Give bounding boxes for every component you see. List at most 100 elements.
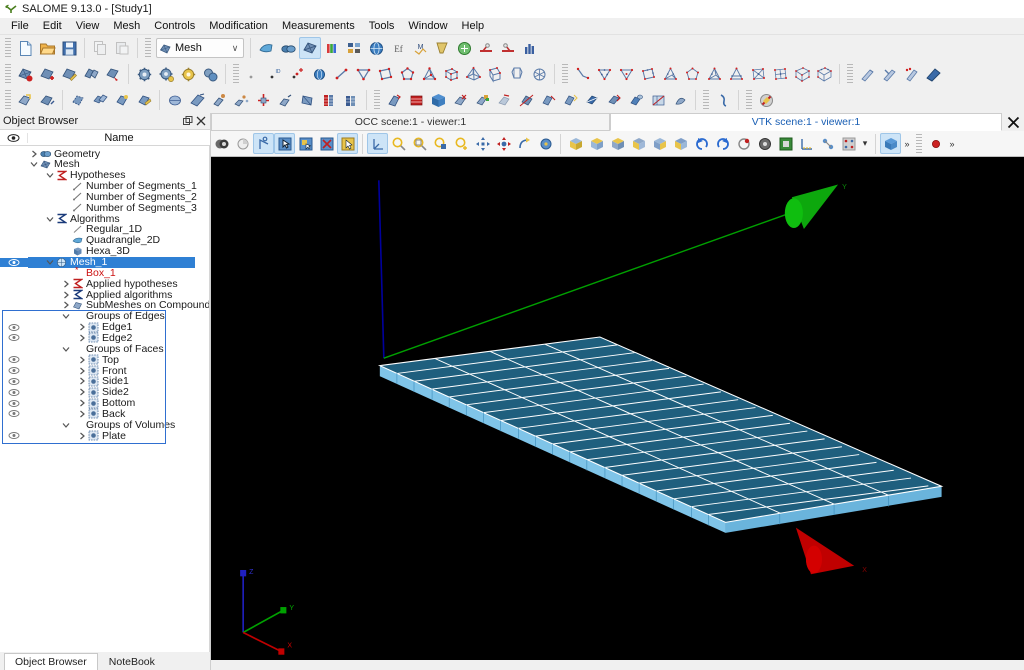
tab-occ-viewer[interactable]: OCC scene:1 - viewer:1 [211, 113, 610, 131]
visibility-toggle[interactable] [0, 323, 28, 332]
quad-triangle-button[interactable] [593, 63, 615, 85]
rotation-button[interactable] [186, 89, 208, 111]
biquad-triangle-button[interactable] [747, 63, 769, 85]
tree-item-side2[interactable]: Side2 [0, 387, 209, 398]
tab-object-browser[interactable]: Object Browser [4, 653, 98, 670]
tree-item-mesh[interactable]: Mesh [0, 159, 209, 170]
stop-toolbar-grip[interactable] [746, 90, 752, 110]
tree-item-hypotheses[interactable]: Hypotheses [0, 170, 209, 181]
tree-twisty[interactable] [44, 171, 55, 179]
aspect-ratio-button[interactable] [537, 89, 559, 111]
module-mesh-button[interactable] [299, 37, 321, 59]
module-plot2d-button[interactable] [519, 37, 541, 59]
add-hexprism-button[interactable] [506, 63, 528, 85]
intersect-groups-button[interactable] [111, 89, 133, 111]
edit-mesh-button[interactable] [58, 63, 80, 85]
info-toolbar-grip[interactable] [233, 64, 239, 84]
menu-modification[interactable]: Modification [202, 19, 275, 33]
tree-twisty[interactable] [76, 410, 87, 418]
tree-item-top[interactable]: Top [0, 354, 209, 365]
measure-toolbar-grip[interactable] [703, 90, 709, 110]
tree-twisty[interactable] [76, 367, 87, 375]
symmetry-button[interactable] [208, 89, 230, 111]
record-button[interactable] [925, 133, 946, 154]
menu-file[interactable]: File [4, 19, 36, 33]
menu-measurements[interactable]: Measurements [275, 19, 362, 33]
clipping-button[interactable] [515, 89, 537, 111]
tree-item-number-of-segments-1[interactable]: Number of Segments_1 [0, 181, 209, 192]
show-toolbar-button[interactable] [232, 133, 253, 154]
tree-twisty[interactable] [76, 399, 87, 407]
tree-item-groups-of-faces[interactable]: Groups of Faces [0, 343, 209, 354]
object-tree[interactable]: GeometryMeshHypothesesNumber of Segments… [0, 146, 210, 652]
remove-orphan-nodes-button[interactable] [900, 63, 922, 85]
tree-twisty[interactable] [76, 334, 87, 342]
copy-button[interactable] [89, 37, 111, 59]
dump-view-button[interactable] [211, 133, 232, 154]
fit-all-button[interactable] [409, 133, 430, 154]
rotate-ccw-button[interactable] [691, 133, 712, 154]
tree-twisty[interactable] [76, 388, 87, 396]
selection-pointer-button[interactable] [274, 133, 295, 154]
find-element-button[interactable]: ID [264, 63, 286, 85]
copy-view-button[interactable] [775, 133, 796, 154]
module-shaper-button[interactable] [255, 37, 277, 59]
view-bottom-button[interactable] [628, 133, 649, 154]
tab-vtk-viewer[interactable]: VTK scene:1 - viewer:1 [610, 113, 1002, 131]
group-toolbar-grip[interactable] [5, 90, 11, 110]
remove-elements-button[interactable] [878, 63, 900, 85]
zoom-button[interactable] [388, 133, 409, 154]
menu-tools[interactable]: Tools [362, 19, 402, 33]
highlight-select-button[interactable] [337, 133, 358, 154]
tree-twisty[interactable] [60, 421, 71, 429]
add-triangle-button[interactable] [352, 63, 374, 85]
add-ball-button[interactable] [308, 63, 330, 85]
compute-button[interactable] [133, 63, 155, 85]
view-top-button[interactable] [607, 133, 628, 154]
add-tetra-button[interactable] [418, 63, 440, 85]
display-entity-button[interactable] [405, 89, 427, 111]
colors-button[interactable] [471, 89, 493, 111]
tree-twisty[interactable] [76, 323, 87, 331]
tree-item-edge2[interactable]: Edge2 [0, 332, 209, 343]
undock-icon[interactable] [181, 115, 194, 128]
menu-help[interactable]: Help [455, 19, 492, 33]
tree-twisty[interactable] [28, 160, 39, 168]
visibility-toggle[interactable] [0, 355, 28, 364]
cut-groups-button[interactable] [133, 89, 155, 111]
tree-twisty[interactable] [28, 150, 39, 158]
add-polygon-button[interactable] [396, 63, 418, 85]
tree-twisty[interactable] [60, 345, 71, 353]
module-homard-button[interactable]: M [409, 37, 431, 59]
eye-icon[interactable] [0, 133, 28, 143]
trihedron-display-button[interactable] [367, 133, 388, 154]
evaluate-button[interactable] [177, 63, 199, 85]
add-node-button[interactable] [286, 63, 308, 85]
module-hydro2-button[interactable] [497, 37, 519, 59]
module-paravis-button[interactable] [321, 37, 343, 59]
close-icon[interactable] [194, 115, 207, 128]
copy-mesh-button[interactable] [102, 63, 124, 85]
visibility-toggle[interactable] [0, 409, 28, 418]
rotate-cw-button[interactable] [712, 133, 733, 154]
tree-item-back[interactable]: Back [0, 408, 209, 419]
quad-edge-button[interactable] [571, 63, 593, 85]
visibility-toggle[interactable] [0, 431, 28, 440]
record-toolbar-grip[interactable] [916, 134, 922, 154]
add-quadrangle-button[interactable] [374, 63, 396, 85]
module-toolbar-grip[interactable] [145, 38, 151, 58]
module-hexablock-button[interactable] [431, 37, 453, 59]
menu-view[interactable]: View [69, 19, 107, 33]
trihedron-button[interactable] [253, 133, 274, 154]
stop-button[interactable] [755, 89, 777, 111]
quad-quadrangle-button[interactable] [615, 63, 637, 85]
tree-item-front[interactable]: Front [0, 365, 209, 376]
pan-button[interactable] [472, 133, 493, 154]
visibility-toggle[interactable] [0, 377, 28, 386]
module-eficas-button[interactable]: Ef [387, 37, 409, 59]
update-button[interactable] [383, 89, 405, 111]
tree-item-regular-1d[interactable]: Regular_1D [0, 224, 209, 235]
add-pyramid-button[interactable] [462, 63, 484, 85]
tree-item-algorithms[interactable]: Algorithms [0, 213, 209, 224]
tree-item-plate[interactable]: Plate [0, 430, 209, 441]
